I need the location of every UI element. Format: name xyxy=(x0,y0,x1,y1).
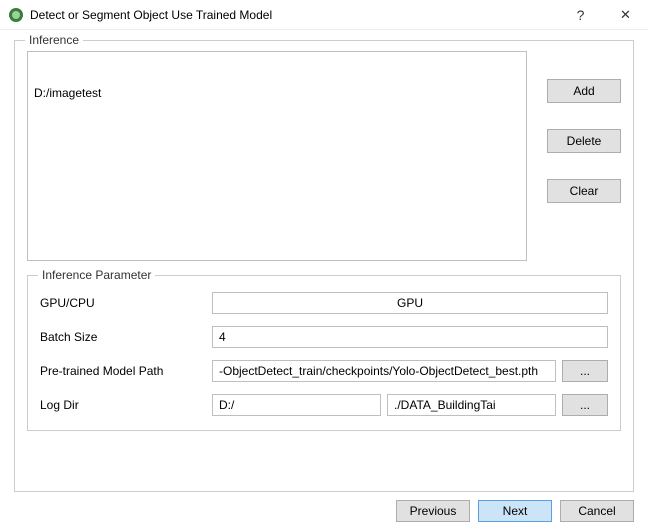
window-title: Detect or Segment Object Use Trained Mod… xyxy=(30,8,558,22)
cancel-button[interactable]: Cancel xyxy=(560,500,634,522)
inference-upper: D:/imagetest Add Delete Clear xyxy=(27,51,621,261)
titlebar: Detect or Segment Object Use Trained Mod… xyxy=(0,0,648,30)
inference-legend: Inference xyxy=(25,33,83,47)
inference-listbox[interactable]: D:/imagetest xyxy=(27,51,527,261)
footer: Previous Next Cancel xyxy=(0,492,648,530)
batch-row: Batch Size xyxy=(40,324,608,350)
next-button[interactable]: Next xyxy=(478,500,552,522)
model-path-input[interactable] xyxy=(212,360,556,382)
logdir-browse-button[interactable]: ... xyxy=(562,394,608,416)
inference-parameter-legend: Inference Parameter xyxy=(38,268,155,282)
logdir-label: Log Dir xyxy=(40,398,212,412)
close-button[interactable]: ✕ xyxy=(603,0,648,30)
add-button[interactable]: Add xyxy=(547,79,621,103)
inference-group: Inference D:/imagetest Add Delete Clear … xyxy=(14,40,634,492)
logdir-prefix-input[interactable] xyxy=(212,394,381,416)
model-browse-button[interactable]: ... xyxy=(562,360,608,382)
gpu-label: GPU/CPU xyxy=(40,296,212,310)
inference-side-buttons: Add Delete Clear xyxy=(527,51,621,261)
logdir-input[interactable] xyxy=(387,394,556,416)
inference-parameter-group: Inference Parameter GPU/CPU GPU Batch Si… xyxy=(27,275,621,431)
previous-button[interactable]: Previous xyxy=(396,500,470,522)
app-icon xyxy=(8,7,24,23)
list-item[interactable]: D:/imagetest xyxy=(34,84,520,102)
gpu-row: GPU/CPU GPU xyxy=(40,290,608,316)
model-row: Pre-trained Model Path ... xyxy=(40,358,608,384)
logdir-row: Log Dir ... xyxy=(40,392,608,418)
client-area: Inference D:/imagetest Add Delete Clear … xyxy=(0,30,648,492)
gpu-dropdown[interactable]: GPU xyxy=(212,292,608,314)
batch-input[interactable] xyxy=(212,326,608,348)
clear-button[interactable]: Clear xyxy=(547,179,621,203)
model-label: Pre-trained Model Path xyxy=(40,364,212,378)
batch-label: Batch Size xyxy=(40,330,212,344)
help-button[interactable]: ? xyxy=(558,0,603,30)
delete-button[interactable]: Delete xyxy=(547,129,621,153)
